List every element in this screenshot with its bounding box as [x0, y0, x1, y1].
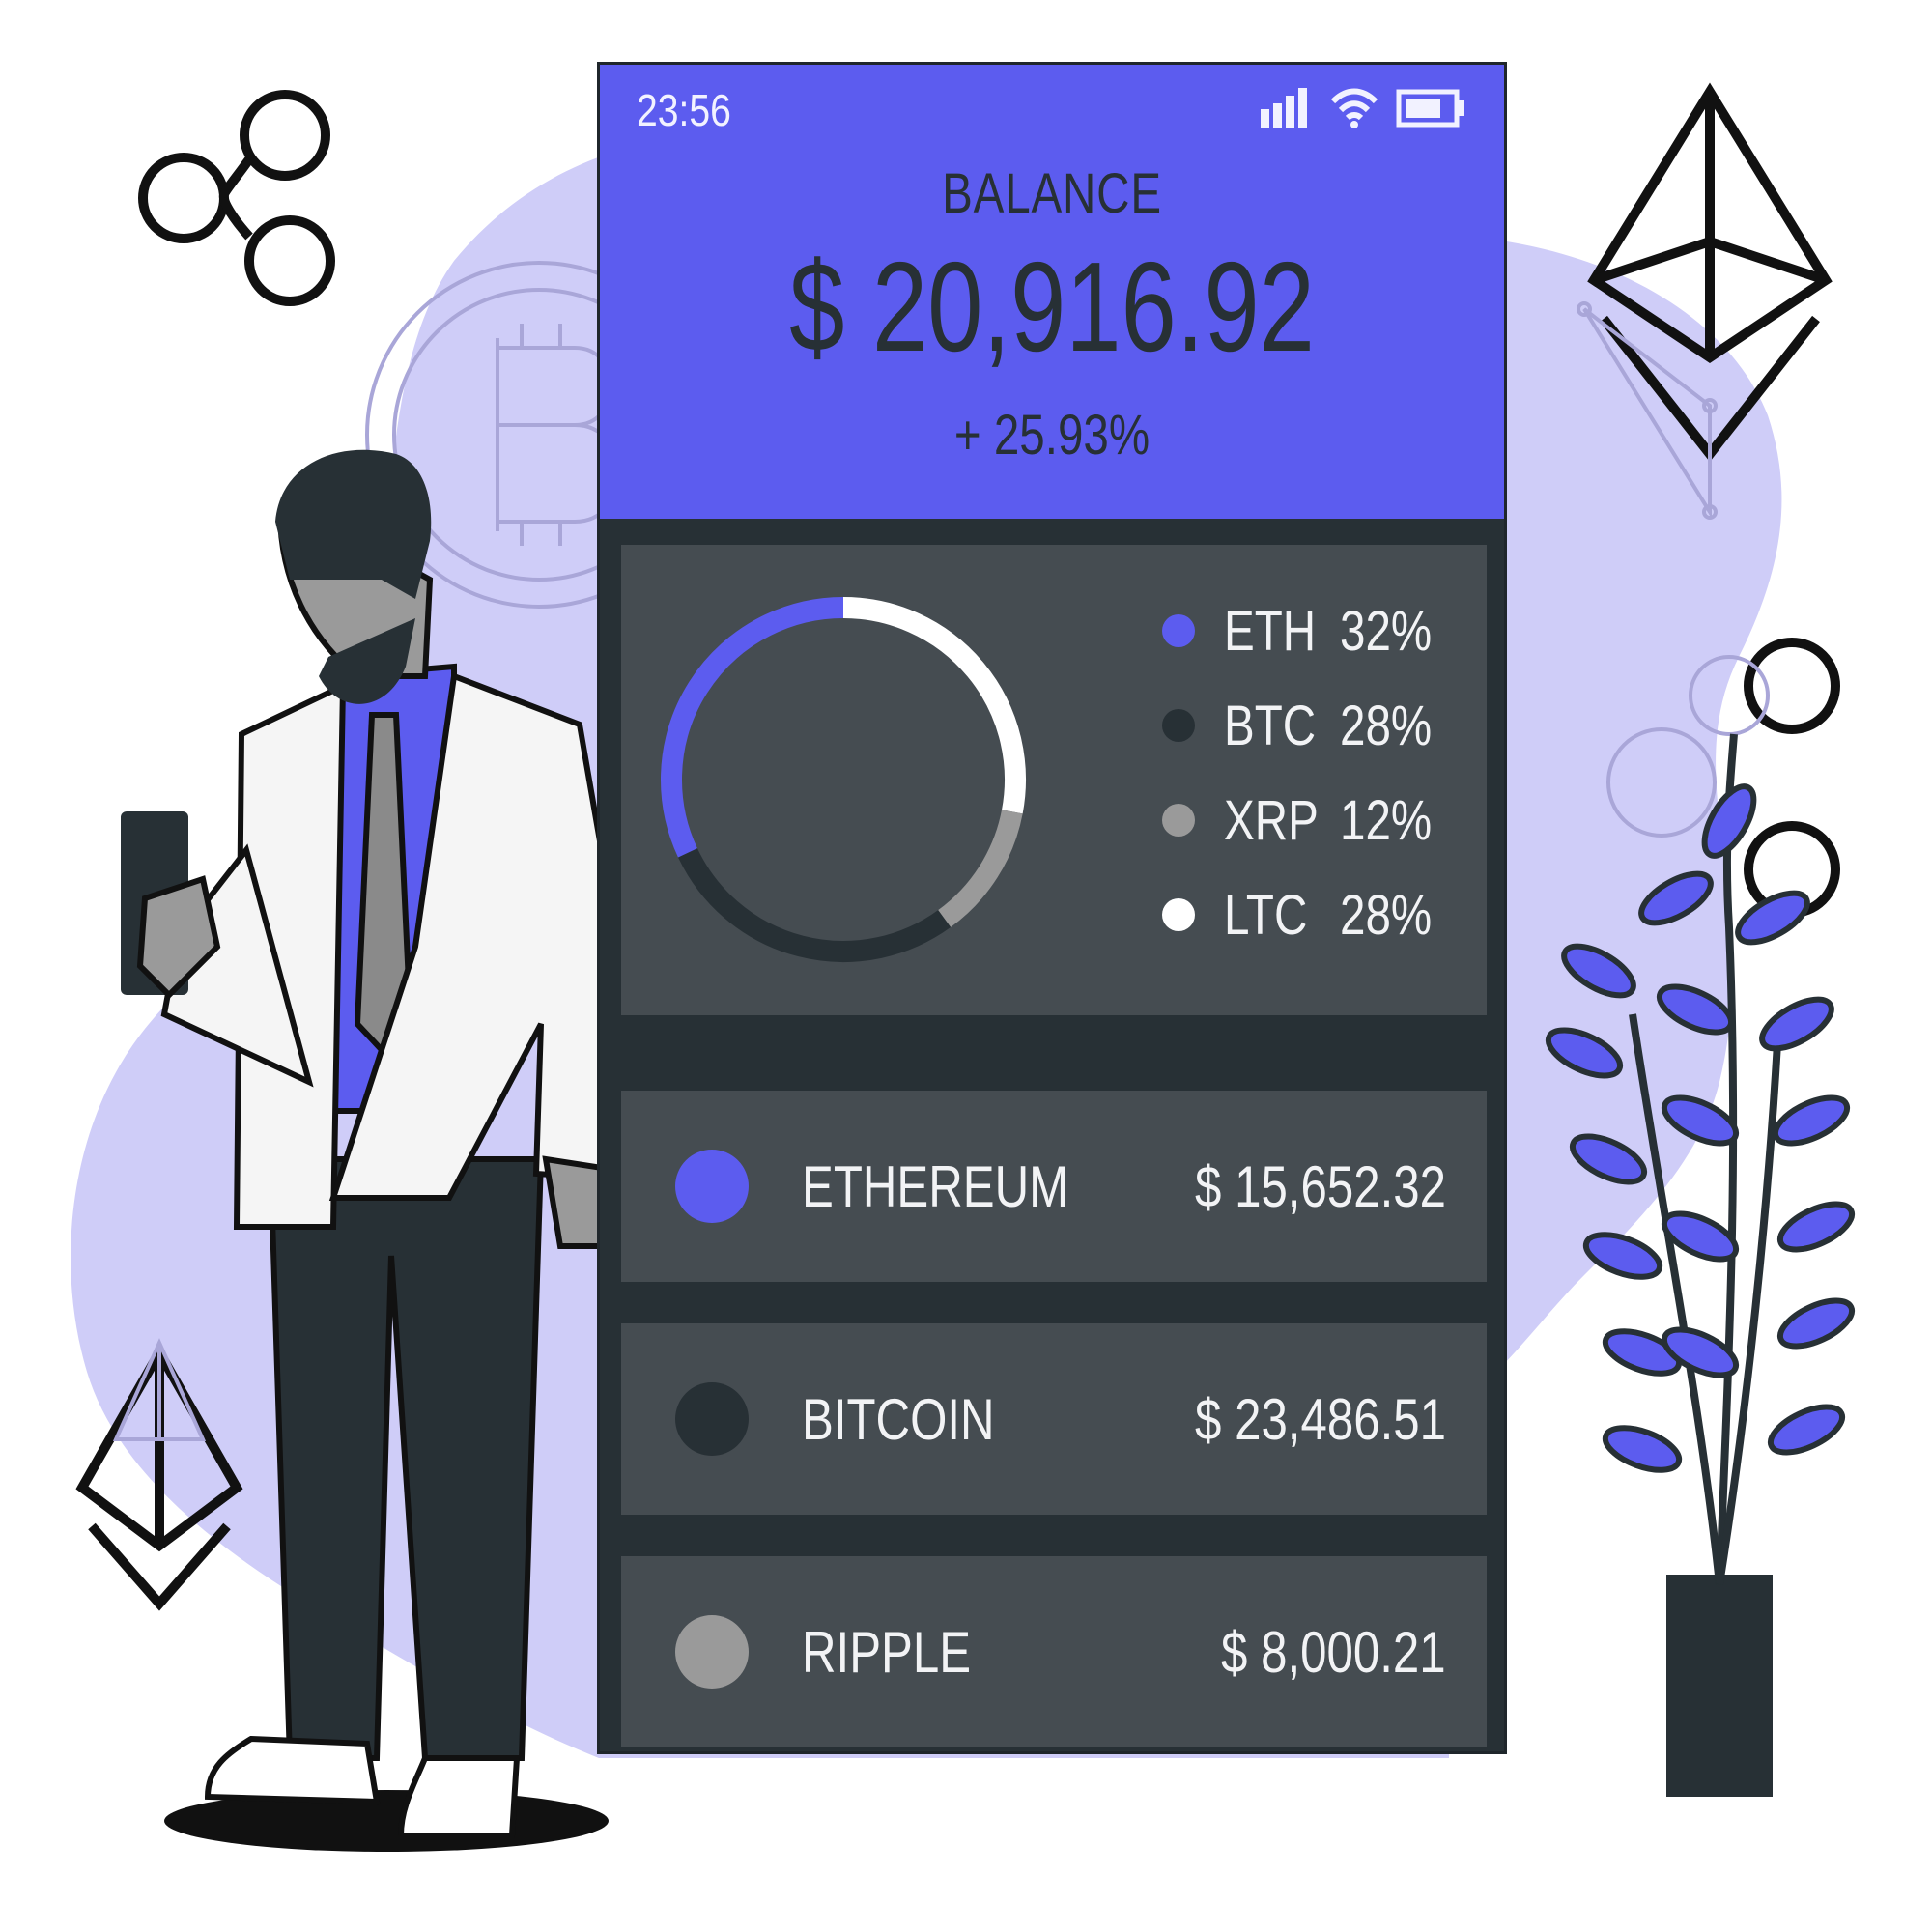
legend-dot: [1162, 804, 1195, 837]
donut-segment-btc: [677, 848, 952, 962]
legend-dot: [1162, 709, 1195, 742]
allocation-legend: ETH 32% BTC 28% XRP 12% LTC 28%: [1162, 583, 1462, 962]
legend-dot: [1162, 898, 1195, 931]
asset-color-dot: [675, 1615, 749, 1689]
donut-segment-eth: [661, 597, 844, 858]
donut-segment-ltc: [842, 597, 1026, 814]
balance-label: BALANCE: [942, 162, 1162, 225]
asset-row-bitcoin[interactable]: BITCOIN $ 23,486.51: [621, 1323, 1487, 1515]
allocation-card: ETH 32% BTC 28% XRP 12% LTC 28%: [621, 545, 1487, 1015]
legend-row-xrp: XRP 12%: [1162, 773, 1462, 867]
asset-row-ripple[interactable]: RIPPLE $ 8,000.21: [621, 1556, 1487, 1747]
legend-percent: 28%: [1340, 694, 1433, 757]
battery-icon: [1396, 89, 1464, 128]
asset-value: $ 23,486.51: [1195, 1386, 1446, 1452]
asset-value: $ 15,652.32: [1195, 1153, 1446, 1219]
legend-row-ltc: LTC 28%: [1162, 867, 1462, 962]
asset-value: $ 8,000.21: [1221, 1619, 1446, 1685]
legend-row-btc: BTC 28%: [1162, 678, 1462, 773]
signal-icon: [1261, 88, 1307, 128]
legend-symbol: BTC: [1224, 694, 1317, 757]
allocation-donut-chart: [661, 597, 1026, 962]
balance-change: + 25.93%: [953, 404, 1151, 467]
asset-name: BITCOIN: [802, 1386, 995, 1452]
balance-amount: $ 20,916.92: [789, 236, 1315, 378]
phone-app-screen: 23:56 BALANCE $ 20,916.92 + 25.93% ETH 3…: [597, 62, 1507, 1754]
legend-dot: [1162, 614, 1195, 647]
ripple-logo-icon: [138, 90, 335, 306]
asset-name: RIPPLE: [802, 1619, 972, 1685]
legend-percent: 28%: [1340, 883, 1433, 947]
asset-color-dot: [675, 1150, 749, 1223]
asset-name: ETHEREUM: [802, 1153, 1069, 1219]
legend-symbol: ETH: [1224, 599, 1317, 663]
balance-header: 23:56 BALANCE $ 20,916.92 + 25.93%: [600, 65, 1504, 519]
legend-percent: 32%: [1340, 599, 1433, 663]
plant-pot: [1666, 1575, 1773, 1797]
donut-segment-xrp: [938, 810, 1023, 927]
status-time: 23:56: [637, 85, 731, 135]
legend-row-eth: ETH 32%: [1162, 583, 1462, 678]
wifi-icon: [1330, 88, 1378, 128]
asset-row-ethereum[interactable]: ETHEREUM $ 15,652.32: [621, 1091, 1487, 1282]
legend-percent: 12%: [1340, 788, 1433, 852]
legend-symbol: XRP: [1224, 788, 1319, 852]
ripple-logo-right-icon: [1744, 638, 1840, 918]
legend-symbol: LTC: [1224, 883, 1308, 947]
status-icons: [1261, 88, 1465, 128]
asset-color-dot: [675, 1382, 749, 1456]
